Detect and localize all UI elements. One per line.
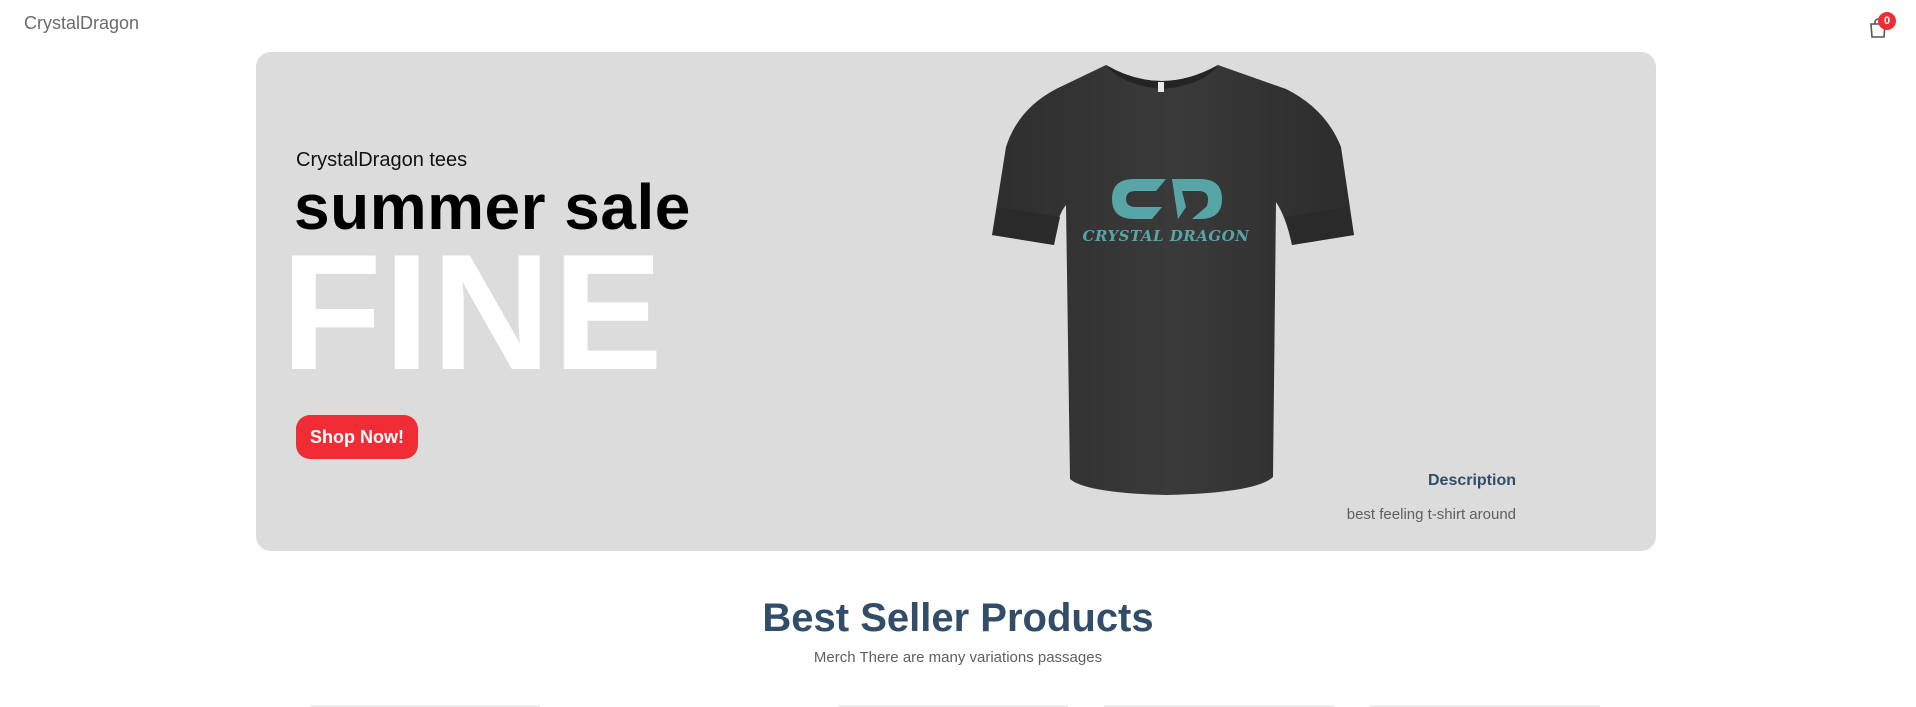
best-seller-heading: Best Seller Products [762,596,1154,640]
shop-now-button[interactable]: Shop Now! [296,415,418,459]
shirt-logo-text: CRYSTAL DRAGON [1083,227,1251,245]
tshirt-image: CRYSTAL DRAGON [992,65,1354,495]
cart-count-badge: 0 [1878,12,1896,30]
navbar: CrystalDragon 0 [0,0,1916,50]
cart-button[interactable]: 0 [1866,12,1896,40]
hero-small-text: CrystalDragon tees [296,149,468,171]
hero-product-image[interactable]: CRYSTAL DRAGON [956,57,1376,507]
hero-banner: CrystalDragon tees summer sale FINE Shop… [256,52,1656,551]
best-seller-subheading: Merch There are many variations passages [813,649,1103,666]
description-title: Description [1427,472,1516,489]
hero-large-text: FINE [281,220,665,404]
logo-link[interactable]: CrystalDragon [24,13,139,34]
description-text: best feeling t-shirt around [1346,506,1516,523]
